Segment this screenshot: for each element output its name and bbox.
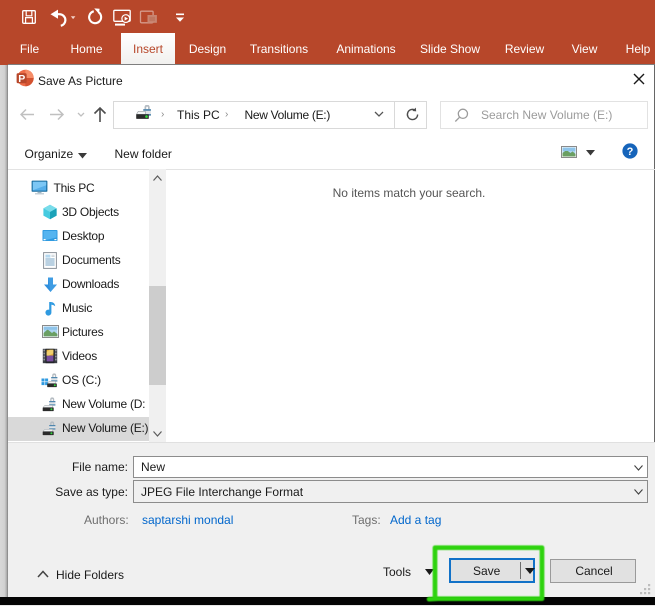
svg-text:P: P <box>18 73 25 85</box>
svg-text:?: ? <box>627 146 634 158</box>
